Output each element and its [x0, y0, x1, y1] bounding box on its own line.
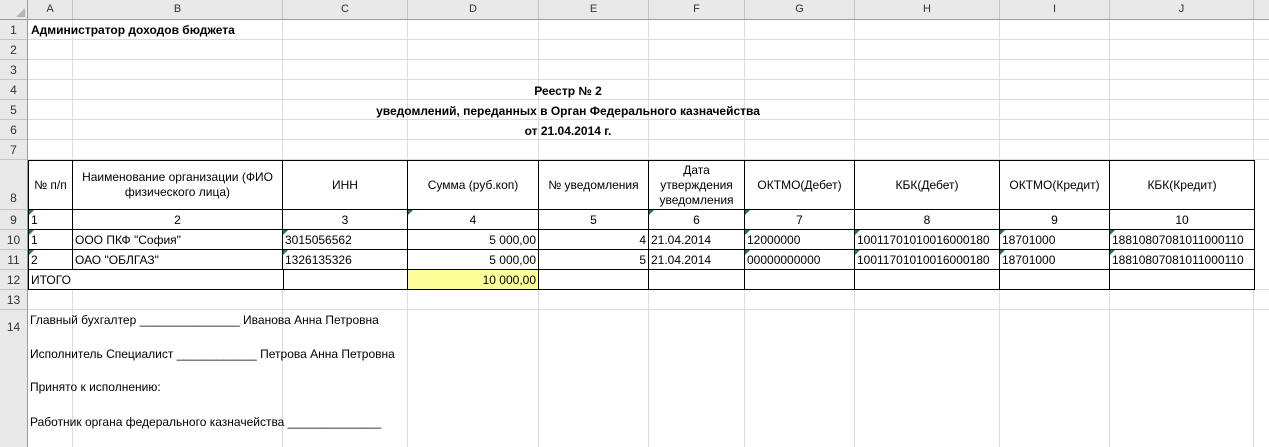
header-oktmo-credit: ОКТМО(Кредит) [1000, 160, 1110, 210]
total-value-cell[interactable]: 10 000,00 [408, 270, 539, 290]
column-number-cell[interactable]: 2 [73, 210, 283, 230]
total-label-cell[interactable]: ИТОГО [28, 270, 283, 290]
table-cell[interactable]: 5 000,00 [408, 250, 539, 270]
table-cell[interactable]: 21.04.2014 [649, 250, 745, 270]
header-approval-date: Дата утверждения уведомления [649, 160, 745, 210]
table-cell[interactable]: 00000000000 [745, 250, 855, 270]
registry-title: Реестр № 2 [534, 84, 602, 98]
column-number-cell[interactable]: 5 [539, 210, 649, 230]
row-header-9[interactable]: 9 [0, 210, 27, 230]
row-header-4[interactable]: 4 [0, 80, 27, 100]
row-header-3[interactable]: 3 [0, 60, 27, 80]
column-header-c[interactable]: C [283, 0, 408, 19]
column-number-cell[interactable]: 6 [649, 210, 745, 230]
column-number-cell[interactable]: 10 [1110, 210, 1255, 230]
row-header-7[interactable]: 7 [0, 140, 27, 160]
column-header-a[interactable]: A [28, 0, 73, 19]
header-kbk-credit: КБК(Кредит) [1110, 160, 1255, 210]
column-header-f[interactable]: F [649, 0, 745, 19]
column-header-i[interactable]: I [1000, 0, 1110, 19]
column-number-cell[interactable]: 1 [28, 210, 73, 230]
table-cell[interactable]: 2 [28, 250, 73, 270]
column-number-cell[interactable]: 7 [745, 210, 855, 230]
header-org-name: Наименование организации (ФИО физическог… [73, 160, 283, 210]
budget-admin-label: Администратор доходов бюджета [31, 23, 235, 37]
table-cell[interactable]: 18810807081011000110 [1110, 250, 1255, 270]
row-header-11[interactable]: 11 [0, 250, 27, 270]
table-cell[interactable]: 1326135326 [283, 250, 408, 270]
table-cell[interactable] [855, 270, 1000, 290]
table-cell[interactable]: 4 [539, 230, 649, 250]
row-header-8[interactable]: 8 [0, 160, 27, 210]
table-cell[interactable]: ОАО "ОБЛГАЗ" [73, 250, 283, 270]
row-header-1[interactable]: 1 [0, 20, 27, 40]
header-inn: ИНН [283, 160, 408, 210]
accepted-line: Принято к исполнению: [30, 380, 161, 394]
table-cell[interactable]: 3015056562 [283, 230, 408, 250]
row-header-10[interactable]: 10 [0, 230, 27, 250]
table-cell[interactable] [539, 270, 649, 290]
column-header-h[interactable]: H [855, 0, 1000, 19]
select-all-corner[interactable] [0, 0, 28, 20]
header-notice-number: № уведомления [539, 160, 649, 210]
column-header-b[interactable]: B [73, 0, 283, 19]
registry-subtitle: уведомлений, переданных в Орган Федераль… [376, 104, 760, 118]
table-cell[interactable]: 18701000 [1000, 250, 1110, 270]
row-header-bar: 1 2 3 4 5 6 7 8 9 10 11 12 13 14 [0, 20, 28, 447]
table-cell[interactable]: 18810807081011000110 [1110, 230, 1255, 250]
table-cell[interactable] [745, 270, 855, 290]
table-cell[interactable]: 12000000 [745, 230, 855, 250]
table-cell[interactable]: 1 [28, 230, 73, 250]
header-kbk-debit: КБК(Дебет) [855, 160, 1000, 210]
row-header-2[interactable]: 2 [0, 40, 27, 60]
table-cell[interactable]: ООО ПКФ "София" [73, 230, 283, 250]
executor-line: Исполнитель Специалист ____________ Петр… [30, 347, 395, 361]
table-cell[interactable] [1000, 270, 1110, 290]
table-cell[interactable]: 21.04.2014 [649, 230, 745, 250]
row-header-12[interactable]: 12 [0, 270, 27, 290]
table-cell[interactable]: 5 [539, 250, 649, 270]
table-cell[interactable] [1110, 270, 1255, 290]
column-header-e[interactable]: E [539, 0, 649, 19]
table-cell[interactable]: 18701000 [1000, 230, 1110, 250]
registry-date: от 21.04.2014 г. [524, 124, 612, 138]
column-header-j[interactable]: J [1110, 0, 1254, 19]
table-cell[interactable]: 10011701010016000180 [855, 230, 1000, 250]
table-cell[interactable]: 5 000,00 [408, 230, 539, 250]
header-npp: № п/п [28, 160, 73, 210]
header-amount: Сумма (руб.коп) [408, 160, 539, 210]
table-cell[interactable] [649, 270, 745, 290]
treasury-worker-line: Работник органа федерального казначейств… [30, 415, 382, 429]
row-header-6[interactable]: 6 [0, 120, 27, 140]
table-cell[interactable]: 10011701010016000180 [855, 250, 1000, 270]
row-header-13[interactable]: 13 [0, 290, 27, 310]
row-header-14[interactable]: 14 [0, 310, 27, 344]
worksheet-grid[interactable]: Администратор доходов бюджета Реестр № 2… [28, 20, 1269, 447]
header-oktmo-debit: ОКТМО(Дебет) [745, 160, 855, 210]
column-number-cell[interactable]: 9 [1000, 210, 1110, 230]
column-header-d[interactable]: D [408, 0, 539, 19]
column-number-cell[interactable]: 4 [408, 210, 539, 230]
column-number-cell[interactable]: 3 [283, 210, 408, 230]
column-header-g[interactable]: G [745, 0, 855, 19]
chief-accountant-line: Главный бухгалтер _______________ Иванов… [30, 313, 379, 327]
row-header-5[interactable]: 5 [0, 100, 27, 120]
table-cell[interactable] [283, 270, 408, 290]
column-header-bar: A B C D E F G H I J [28, 0, 1269, 20]
column-number-cell[interactable]: 8 [855, 210, 1000, 230]
